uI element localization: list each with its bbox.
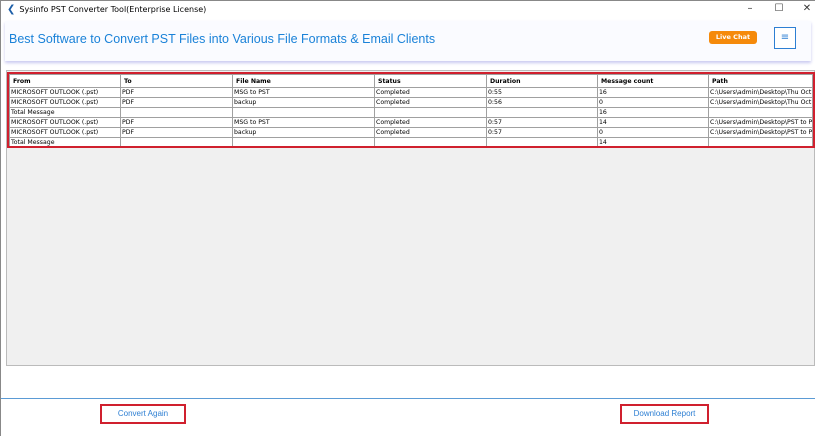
maximize-button[interactable]: ☐ <box>765 0 793 18</box>
live-chat-button[interactable]: Live Chat <box>709 31 757 44</box>
banner-headline: Best Software to Convert PST Files into … <box>9 32 436 46</box>
report-grid: From To File Name Status Duration Message cou… <box>6 70 815 366</box>
window-title: Sysinfo PST Converter Tool(Enterprise Li… <box>19 5 207 14</box>
title-bar: ❮ Sysinfo PST Converter Tool(Enterprise … <box>1 0 815 18</box>
minimize-button[interactable]: – <box>736 0 764 18</box>
close-button[interactable]: ✕ <box>793 0 815 18</box>
menu-icon[interactable]: ≡ <box>774 27 796 49</box>
app-logo-icon: ❮ <box>7 4 16 15</box>
highlight-box <box>7 72 815 148</box>
banner: Best Software to Convert PST Files into … <box>5 21 811 61</box>
download-report-button[interactable]: Download Report <box>620 404 709 424</box>
convert-again-button[interactable]: Convert Again <box>100 404 186 424</box>
divider <box>1 398 815 399</box>
